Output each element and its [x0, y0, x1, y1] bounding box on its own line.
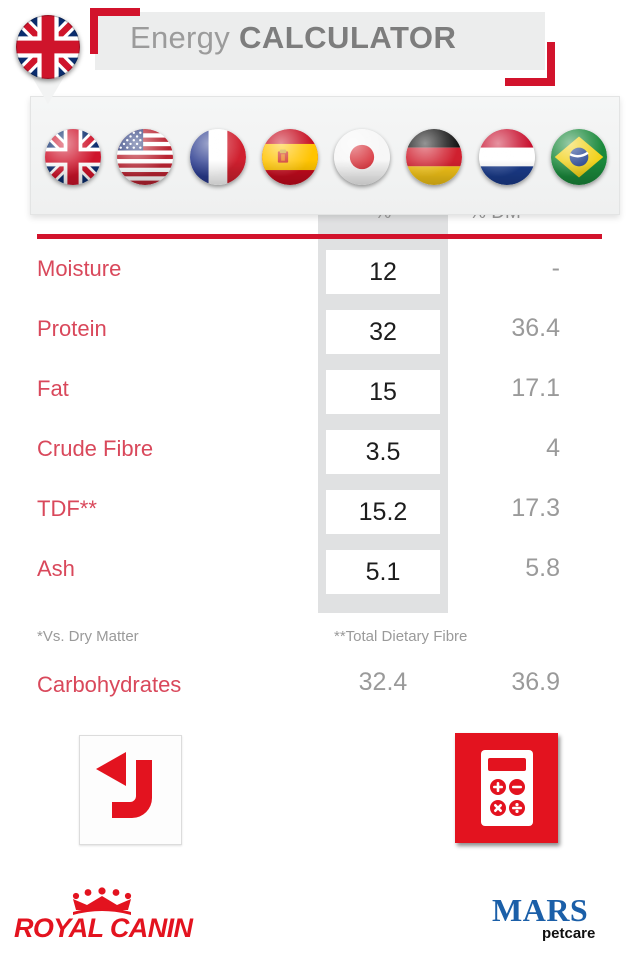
footnote-total-dietary-fibre: **Total Dietary Fibre — [334, 628, 468, 645]
language-option-netherlands[interactable] — [478, 129, 535, 185]
table-row: Moisture 12 - — [0, 243, 640, 303]
language-selector-panel — [30, 96, 620, 215]
table-row: Crude Fibre 3.5 4 — [0, 423, 640, 483]
calculator-icon — [481, 750, 533, 826]
mars-petcare-logo: MARS petcare — [492, 892, 620, 944]
carbohydrates-row: Carbohydrates 32.4 36.9 — [0, 668, 640, 712]
back-button[interactable] — [79, 735, 182, 845]
row-label: Crude Fibre — [37, 436, 154, 461]
page-title: Energy CALCULATOR — [130, 20, 550, 56]
row-value-input[interactable]: 5.1 — [326, 550, 440, 594]
netherlands-flag-icon — [478, 129, 535, 185]
table-row: TDF** 15.2 17.3 — [0, 483, 640, 543]
table-row: Protein 32 36.4 — [0, 303, 640, 363]
carbohydrates-percent-value: 32.4 — [358, 668, 408, 696]
language-option-united-kingdom[interactable] — [45, 129, 102, 185]
table-row: Ash 5.1 5.8 — [0, 543, 640, 603]
app-header: Energy CALCULATOR — [0, 0, 640, 96]
france-flag-icon — [189, 129, 246, 185]
row-label: Fat — [37, 376, 69, 401]
royal-canin-wordmark: ROYAL CANIN — [14, 913, 194, 942]
row-dry-matter-value: 17.1 — [511, 374, 560, 402]
uk-flag-icon — [45, 129, 102, 185]
row-label: TDF** — [37, 496, 97, 521]
germany-flag-icon — [406, 129, 463, 185]
row-label: Moisture — [37, 256, 122, 281]
usa-flag-icon — [117, 129, 174, 185]
row-value-input[interactable]: 32 — [326, 310, 440, 354]
row-label: Protein — [37, 316, 107, 341]
row-dry-matter-value: - — [551, 254, 560, 282]
language-flag-list — [37, 119, 615, 195]
row-value-input[interactable]: 12 — [326, 250, 440, 294]
brazil-flag-icon — [550, 129, 607, 185]
carbohydrates-label: Carbohydrates — [37, 672, 182, 697]
language-option-spain[interactable] — [261, 129, 318, 185]
row-dry-matter-value: 36.4 — [511, 314, 560, 342]
spain-flag-icon — [261, 129, 318, 185]
page-title-light: Energy — [130, 20, 231, 55]
header-divider — [37, 234, 602, 239]
table-row: Fat 15 17.1 — [0, 363, 640, 423]
language-option-brazil[interactable] — [550, 129, 607, 185]
mars-wordmark: MARS — [492, 892, 588, 928]
row-dry-matter-value: 17.3 — [511, 494, 560, 522]
petcare-wordmark: petcare — [542, 925, 595, 942]
page-title-bold: CALCULATOR — [238, 20, 457, 55]
language-option-japan[interactable] — [334, 129, 391, 185]
back-arrow-icon — [96, 752, 152, 818]
calculate-button[interactable] — [455, 733, 558, 843]
language-option-france[interactable] — [189, 129, 246, 185]
row-value-input[interactable]: 15 — [326, 370, 440, 414]
language-option-united-states[interactable] — [117, 129, 174, 185]
royal-canin-logo-icon: ROYAL CANIN — [14, 887, 194, 943]
footnote-dry-matter: *Vs. Dry Matter — [37, 628, 139, 645]
row-value-input[interactable]: 3.5 — [326, 430, 440, 474]
japan-flag-icon — [334, 129, 391, 185]
selected-language-flag-badge[interactable] — [16, 15, 80, 79]
royal-canin-logo: ROYAL CANIN — [14, 886, 194, 943]
mars-logo-icon: MARS petcare — [492, 892, 595, 942]
uk-flag-icon — [16, 15, 80, 79]
row-dry-matter-value: 5.8 — [525, 554, 560, 582]
row-value-input[interactable]: 15.2 — [326, 490, 440, 534]
carbohydrates-dry-matter-value: 36.9 — [511, 668, 560, 696]
language-option-germany[interactable] — [406, 129, 463, 185]
row-dry-matter-value: 4 — [546, 434, 560, 462]
row-label: Ash — [37, 556, 75, 581]
table-footnotes: *Vs. Dry Matter **Total Dietary Fibre — [0, 628, 640, 652]
